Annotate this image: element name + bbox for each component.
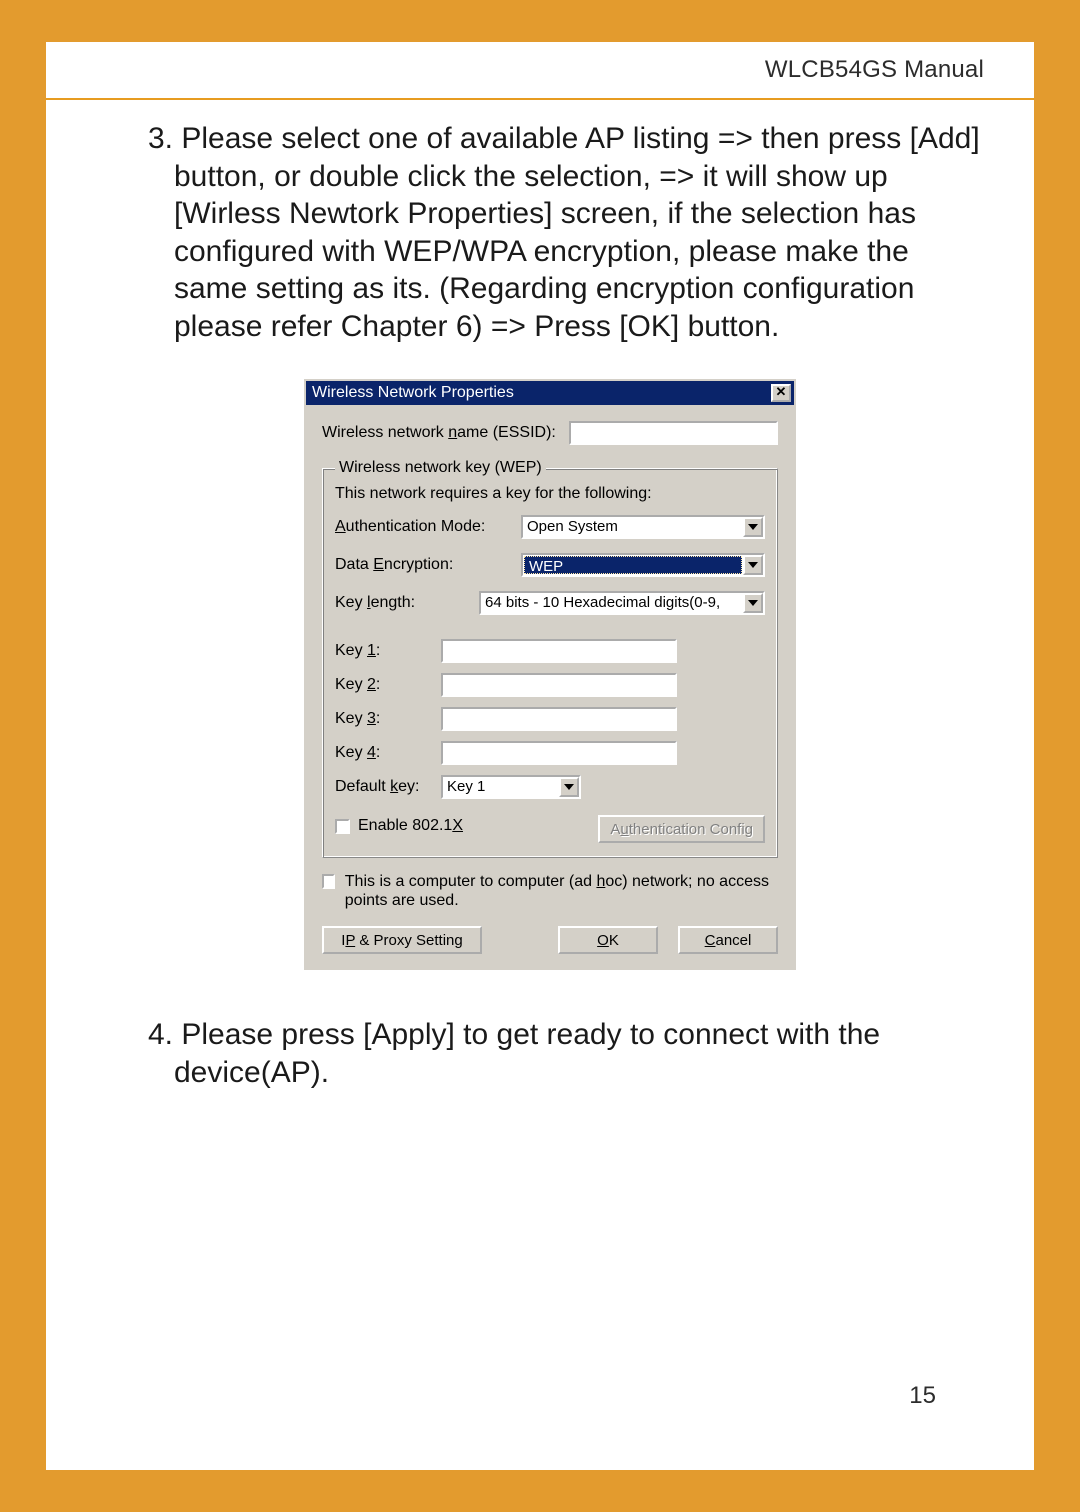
data-encryption-value: WEP	[524, 556, 742, 574]
wep-intro: This network requires a key for the foll…	[335, 485, 765, 503]
adhoc-checkbox[interactable]	[322, 874, 335, 889]
dialog-titlebar: Wireless Network Properties ✕	[304, 379, 796, 405]
auth-mode-label: Authentication Mode:	[335, 518, 521, 536]
key1-input[interactable]	[441, 639, 677, 663]
ok-button[interactable]: OK	[558, 926, 658, 954]
key-length-value: 64 bits - 10 Hexadecimal digits(0-9,	[481, 593, 743, 613]
dropdown-arrow-icon[interactable]	[559, 777, 579, 797]
adhoc-label: This is a computer to computer (ad hoc) …	[345, 872, 778, 910]
essid-input[interactable]	[569, 421, 778, 445]
default-key-label: Default key:	[335, 778, 441, 796]
key-length-select[interactable]: 64 bits - 10 Hexadecimal digits(0-9,	[479, 591, 765, 615]
data-encryption-select[interactable]: WEP	[521, 553, 765, 577]
key2-label: Key 2:	[335, 676, 441, 694]
default-key-select[interactable]: Key 1	[441, 775, 581, 799]
instruction-step-3: 3. Please select one of available AP lis…	[116, 120, 984, 345]
step-num-3: 3.	[148, 122, 181, 155]
wep-legend: Wireless network key (WEP)	[335, 459, 546, 477]
key-length-label: Key length:	[335, 594, 479, 612]
enable-8021x-label: Enable 802.1X	[358, 817, 463, 835]
step-num-4: 4.	[148, 1018, 181, 1051]
dropdown-arrow-icon[interactable]	[743, 517, 763, 537]
wireless-properties-dialog: Wireless Network Properties ✕ Wireless n…	[304, 379, 796, 970]
enable-8021x-checkbox[interactable]	[335, 819, 350, 834]
auth-mode-value: Open System	[523, 517, 743, 537]
key3-label: Key 3:	[335, 710, 441, 728]
data-encryption-label: Data Encryption:	[335, 556, 521, 574]
instruction-step-4: 4. Please press [Apply] to get ready to …	[116, 1016, 984, 1091]
dropdown-arrow-icon[interactable]	[743, 593, 763, 613]
authentication-config-button: Authentication Config	[598, 815, 765, 843]
key4-input[interactable]	[441, 741, 677, 765]
dialog-title: Wireless Network Properties	[312, 384, 514, 402]
essid-label: Wireless network name (ESSID):	[322, 424, 569, 442]
manual-title: WLCB54GS Manual	[116, 56, 984, 84]
step-text-4: Please press [Apply] to get ready to con…	[174, 1018, 880, 1089]
default-key-value: Key 1	[443, 777, 559, 797]
key1-label: Key 1:	[335, 642, 441, 660]
key4-label: Key 4:	[335, 744, 441, 762]
cancel-button[interactable]: Cancel	[678, 926, 778, 954]
page-number: 15	[909, 1382, 936, 1410]
step-text-3: Please select one of available AP listin…	[174, 122, 980, 343]
auth-mode-select[interactable]: Open System	[521, 515, 765, 539]
close-button[interactable]: ✕	[771, 384, 791, 402]
close-icon: ✕	[776, 384, 787, 399]
dropdown-arrow-icon[interactable]	[743, 555, 763, 575]
ip-proxy-setting-button[interactable]: IP & Proxy Setting	[322, 926, 482, 954]
header-divider	[46, 98, 1034, 100]
wep-group: Wireless network key (WEP) This network …	[322, 459, 778, 858]
key3-input[interactable]	[441, 707, 677, 731]
key2-input[interactable]	[441, 673, 677, 697]
